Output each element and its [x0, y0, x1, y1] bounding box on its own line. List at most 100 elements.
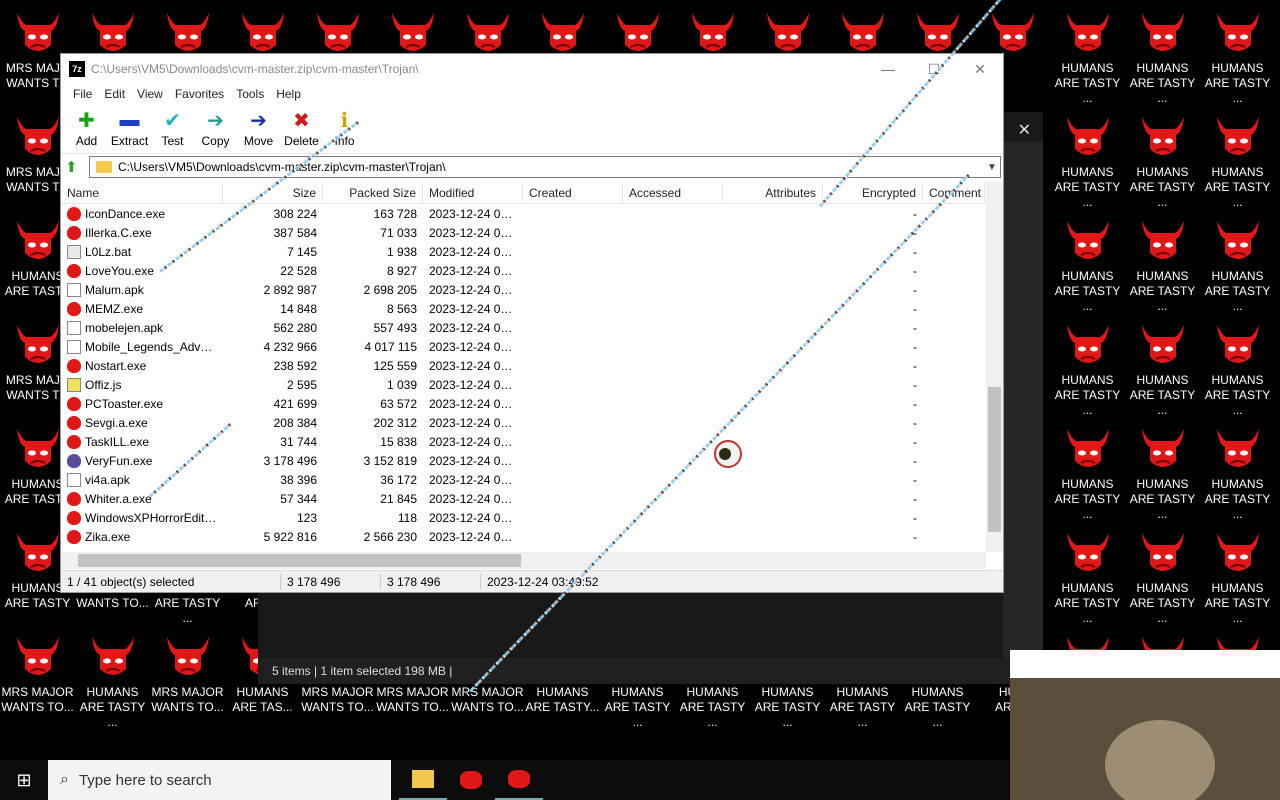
column-header-comment[interactable]: Comment: [923, 182, 985, 204]
desktop-icon[interactable]: HUMANS ARE TASTY ...: [1125, 421, 1200, 525]
desktop-icon[interactable]: HUMANS ARE TASTY ...: [1200, 5, 1275, 109]
column-header-name[interactable]: Name: [61, 182, 223, 204]
desktop-icon[interactable]: HUMANS ARE TASTY ...: [1050, 421, 1125, 525]
vertical-scroll-thumb[interactable]: [988, 387, 1001, 532]
up-folder-icon[interactable]: ⬆: [65, 158, 89, 176]
add-button[interactable]: ✚ Add: [65, 104, 108, 153]
copy-button[interactable]: ➔ Copy: [194, 104, 237, 153]
file-name-cell[interactable]: PCToaster.exe: [61, 396, 223, 411]
column-header-accessed[interactable]: Accessed: [623, 182, 723, 204]
extract-button[interactable]: ▬ Extract: [108, 104, 151, 153]
test-button[interactable]: ✔ Test: [151, 104, 194, 153]
7zip-file-manager-window[interactable]: 7z C:\Users\VM5\Downloads\cvm-master.zip…: [60, 53, 1004, 593]
menu-edit[interactable]: Edit: [98, 87, 131, 101]
desktop-icon[interactable]: HUMANS ARE TASTY ...: [75, 629, 150, 733]
background-close-icon[interactable]: ✕: [1018, 120, 1031, 140]
file-name-cell[interactable]: Whiter.a.exe: [61, 491, 223, 506]
file-row[interactable]: L0Lz.bat 7 145 1 938 2023-12-24 03:49 -: [61, 242, 1003, 261]
file-row[interactable]: WindowsXPHorrorEditi... 123 118 2023-12-24 …: [61, 508, 1003, 527]
file-name-cell[interactable]: TaskILL.exe: [61, 434, 223, 449]
file-name-cell[interactable]: VeryFun.exe: [61, 453, 223, 468]
menu-view[interactable]: View: [131, 87, 169, 101]
desktop-icon[interactable]: HUMANS ARE TASTY ...: [1125, 109, 1200, 213]
file-row[interactable]: Nostart.exe 238 592 125 559 2023-12-24 03:4…: [61, 356, 1003, 375]
devil-file-icon: [67, 263, 81, 278]
chevron-down-icon[interactable]: ▼: [984, 162, 1000, 173]
file-name-cell[interactable]: MEMZ.exe: [61, 301, 223, 316]
desktop-icon[interactable]: HUMANS ARE TASTY ...: [1200, 317, 1275, 421]
desktop-icon[interactable]: HUMANS ARE TASTY ...: [1050, 109, 1125, 213]
file-name-cell[interactable]: vi4a.apk: [61, 472, 223, 487]
file-name-cell[interactable]: Zika.exe: [61, 529, 223, 544]
menu-help[interactable]: Help: [270, 87, 307, 101]
column-header-created[interactable]: Created: [523, 182, 623, 204]
file-name-cell[interactable]: mobelejen.apk: [61, 320, 223, 335]
title-bar[interactable]: 7z C:\Users\VM5\Downloads\cvm-master.zip…: [61, 54, 1003, 84]
windows-start-button[interactable]: ⊞: [0, 760, 48, 800]
menu-favorites[interactable]: Favorites: [169, 87, 230, 101]
file-name-cell[interactable]: Offiz.js: [61, 377, 223, 392]
file-row[interactable]: Zika.exe 5 922 816 2 566 230 2023-12-24 03:…: [61, 527, 1003, 546]
file-name-cell[interactable]: Illerka.C.exe: [61, 225, 223, 240]
menu-file[interactable]: File: [67, 87, 98, 101]
file-row[interactable]: IconDance.exe 308 224 163 728 2023-12-24 03…: [61, 204, 1003, 223]
desktop-icon[interactable]: MRS MAJOR WANTS TO...: [150, 629, 225, 733]
desktop-icon[interactable]: MRS MAJOR WANTS TO...: [0, 629, 75, 733]
file-row[interactable]: PCToaster.exe 421 699 63 572 2023-12-24 03:…: [61, 394, 1003, 413]
search-placeholder[interactable]: Type here to search: [79, 772, 212, 789]
taskbar-search-box[interactable]: ⌕ Type here to search: [48, 760, 391, 800]
file-name-cell[interactable]: Malum.apk: [61, 282, 223, 297]
file-row[interactable]: Offiz.js 2 595 1 039 2023-12-24 03:49 -: [61, 375, 1003, 394]
delete-button[interactable]: ✖ Delete: [280, 104, 323, 153]
file-row[interactable]: VeryFun.exe 3 178 496 3 152 819 2023-12-24 …: [61, 451, 1003, 470]
move-button[interactable]: ➔ Move: [237, 104, 280, 153]
status-modified: 2023-12-24 03:49:52: [487, 574, 599, 589]
file-name-cell[interactable]: L0Lz.bat: [61, 244, 223, 259]
file-name-cell[interactable]: LoveYou.exe: [61, 263, 223, 278]
minimize-button[interactable]: —: [865, 61, 911, 78]
file-name-cell[interactable]: Mobile_Legends_Adven...: [61, 339, 223, 354]
desktop-icon[interactable]: HUMANS ARE TASTY ...: [1125, 317, 1200, 421]
desktop-icon[interactable]: HUMANS ARE TASTY ...: [1200, 213, 1275, 317]
desktop-icon[interactable]: HUMANS ARE TASTY ...: [1125, 213, 1200, 317]
desktop-icon[interactable]: HUMANS ARE TASTY ...: [1200, 109, 1275, 213]
desktop-icon[interactable]: HUMANS ARE TASTY ...: [1050, 5, 1125, 109]
desktop-icon[interactable]: HUMANS ARE TASTY ...: [1200, 421, 1275, 525]
file-row[interactable]: Mobile_Legends_Adven... 4 232 966 4 017 11…: [61, 337, 1003, 356]
file-size: 2 595: [286, 377, 317, 392]
taskbar-file-explorer[interactable]: [399, 760, 447, 800]
horizontal-scrollbar[interactable]: [61, 552, 986, 569]
desktop-icon[interactable]: HUMANS ARE TASTY ...: [1125, 525, 1200, 629]
desktop-icon[interactable]: HUMANS ARE TASTY ...: [1050, 317, 1125, 421]
file-size: 14 848: [280, 301, 317, 316]
file-name-cell[interactable]: WindowsXPHorrorEditi...: [61, 510, 223, 525]
desktop-icon[interactable]: HUMANS ARE TASTY ...: [1050, 525, 1125, 629]
file-name-cell[interactable]: IconDance.exe: [61, 206, 223, 221]
address-input[interactable]: C:\Users\VM5\Downloads\cvm-master.zip\cv…: [89, 156, 1001, 178]
taskbar-devil-app[interactable]: [447, 760, 495, 800]
file-row[interactable]: mobelejen.apk 562 280 557 493 2023-12-24 03…: [61, 318, 1003, 337]
file-row[interactable]: LoveYou.exe 22 528 8 927 2023-12-24 03:49-: [61, 261, 1003, 280]
taskbar-devil-app-2[interactable]: [495, 760, 543, 800]
file-row[interactable]: MEMZ.exe 14 848 8 563 2023-12-24 03:49-: [61, 299, 1003, 318]
column-header-attributes[interactable]: Attributes: [723, 182, 823, 204]
toolbar: ✚ Add ▬ Extract ✔ Test ➔ Copy ➔ Move ✖ Delete ℹ Info: [61, 104, 1003, 154]
file-name-cell[interactable]: Sevgi.a.exe: [61, 415, 223, 430]
menu-tools[interactable]: Tools: [230, 87, 270, 101]
file-row[interactable]: vi4a.apk 38 396 36 172 2023-12-24 03:49 -: [61, 470, 1003, 489]
file-row[interactable]: Sevgi.a.exe 208 384 202 312 2023-12-24 03:4…: [61, 413, 1003, 432]
column-header-modified[interactable]: Modified: [423, 182, 523, 204]
window-title: C:\Users\VM5\Downloads\cvm-master.zip\cv…: [91, 62, 419, 76]
close-button[interactable]: ✕: [957, 61, 1003, 78]
doc-file-icon: [67, 339, 81, 354]
file-name-cell[interactable]: Nostart.exe: [61, 358, 223, 373]
desktop-icon[interactable]: HUMANS ARE TASTY ...: [1050, 213, 1125, 317]
vertical-scrollbar[interactable]: [986, 182, 1003, 552]
desktop-icon[interactable]: HUMANS ARE TASTY ...: [1125, 5, 1200, 109]
file-row[interactable]: Whiter.a.exe 57 344 21 845 2023-12-24 03:49…: [61, 489, 1003, 508]
horizontal-scroll-thumb[interactable]: [78, 554, 521, 567]
column-header-packed-size[interactable]: Packed Size: [323, 182, 423, 204]
desktop-icon[interactable]: HUMANS ARE TASTY ...: [1200, 525, 1275, 629]
file-packed: 557 493: [373, 320, 417, 335]
file-rows: IconDance.exe 308 224 163 728 2023-12-24 03…: [61, 204, 1003, 546]
